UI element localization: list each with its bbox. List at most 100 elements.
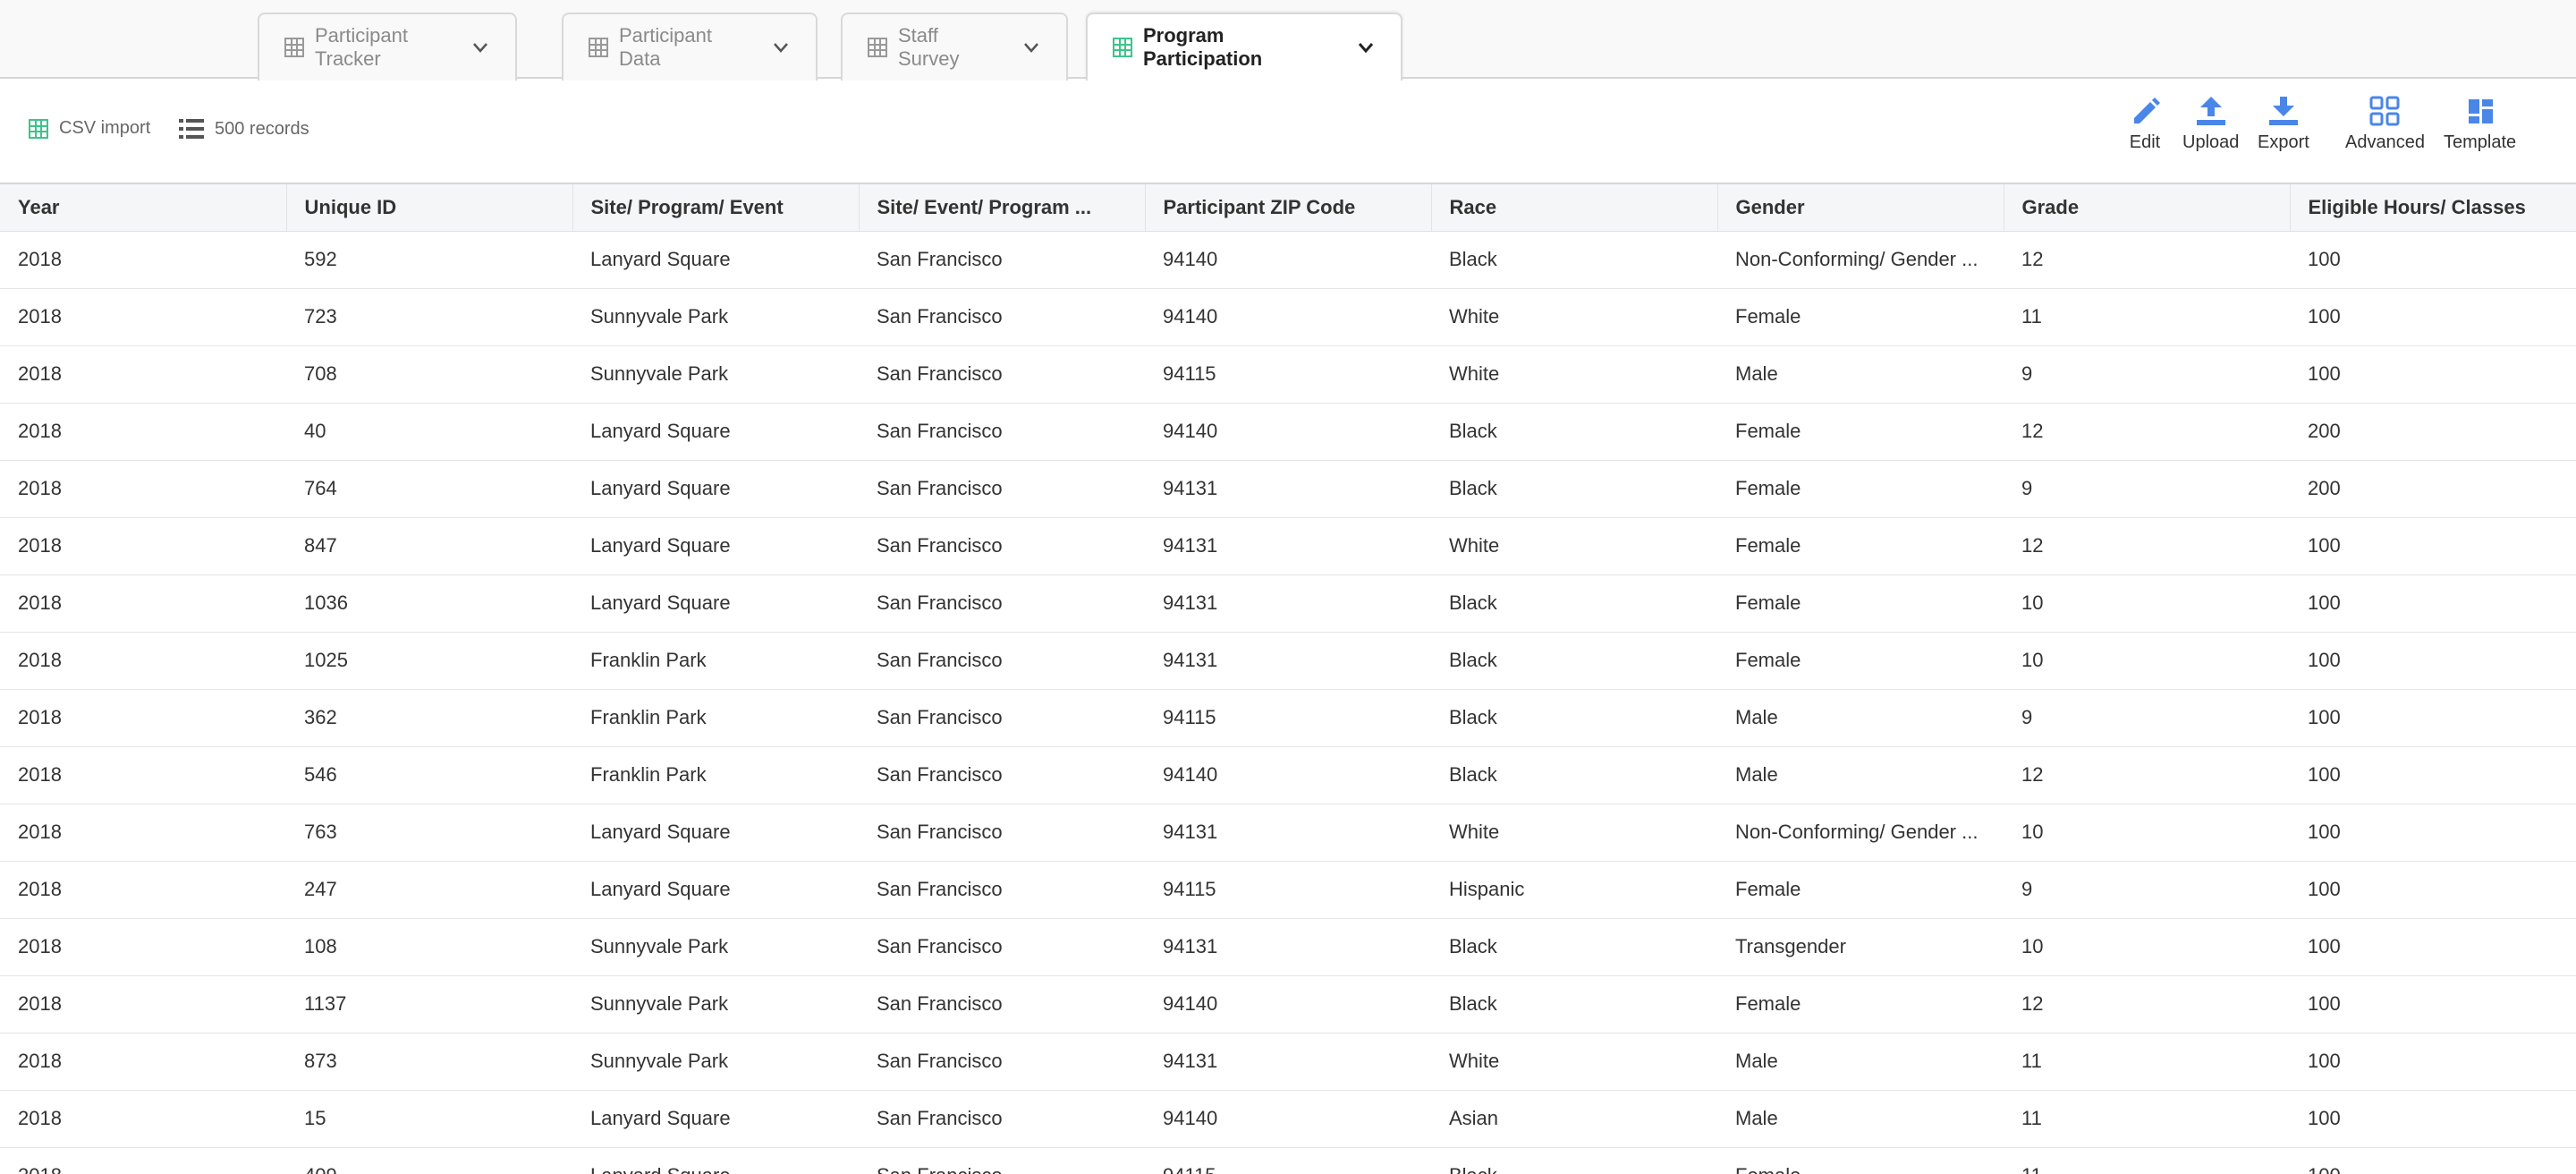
table-cell[interactable]: Franklin Park (572, 632, 859, 689)
chevron-down-icon[interactable] (1356, 38, 1376, 57)
table-cell[interactable]: 1036 (286, 574, 572, 632)
column-header[interactable]: Race (1431, 184, 1718, 232)
table-cell[interactable]: San Francisco (859, 689, 1145, 746)
table-cell[interactable]: Lanyard Square (572, 460, 859, 517)
table-cell[interactable]: Lanyard Square (572, 1147, 859, 1174)
table-row[interactable]: 2018 592 Lanyard Square San Francisco 94140 B… (0, 231, 2576, 288)
table-row[interactable]: 2018 15 Lanyard Square San Francisco 94140 As… (0, 1090, 2576, 1147)
table-cell[interactable]: 94131 (1145, 804, 1431, 861)
table-cell[interactable]: Black (1431, 231, 1717, 288)
table-cell[interactable]: 2018 (0, 345, 286, 403)
table-row[interactable]: 2018409Lanyard SquareSan Francisco94115B… (0, 1147, 2576, 1174)
table-cell[interactable]: San Francisco (859, 574, 1145, 632)
table-cell[interactable]: 94140 (1145, 403, 1431, 460)
table-cell[interactable]: 10 (2004, 632, 2290, 689)
table-cell[interactable]: 100 (2290, 1033, 2576, 1090)
table-cell[interactable]: Black (1431, 746, 1717, 804)
table-cell[interactable]: Female (1717, 975, 2004, 1033)
table-cell[interactable]: Transgender (1717, 918, 2004, 975)
table-cell[interactable]: 2018 (0, 403, 286, 460)
table-cell[interactable]: Male (1717, 1090, 2004, 1147)
table-cell[interactable]: Black (1431, 1147, 1717, 1174)
table-cell[interactable]: Black (1431, 975, 1717, 1033)
table-cell[interactable]: 723 (286, 288, 572, 345)
table-cell[interactable]: 100 (2290, 288, 2576, 345)
table-cell[interactable]: 2018 (0, 975, 286, 1033)
table-cell[interactable]: Female (1717, 517, 2004, 574)
table-cell[interactable]: 10 (2004, 804, 2290, 861)
table-cell[interactable]: Male (1717, 746, 2004, 804)
table-cell[interactable]: 2018 (0, 1090, 286, 1147)
table-cell[interactable]: Black (1431, 689, 1717, 746)
table-cell[interactable]: 94131 (1145, 517, 1431, 574)
table-cell[interactable]: Black (1431, 403, 1717, 460)
table-cell[interactable]: 94115 (1145, 861, 1431, 918)
table-cell[interactable]: 2018 (0, 574, 286, 632)
table-cell[interactable]: Female (1717, 460, 2004, 517)
table-cell[interactable]: 546 (286, 746, 572, 804)
table-cell[interactable]: Black (1431, 460, 1717, 517)
table-cell[interactable]: 9 (2004, 460, 2290, 517)
table-cell[interactable]: 100 (2290, 574, 2576, 632)
table-cell[interactable]: 12 (2004, 975, 2290, 1033)
table-cell[interactable]: Black (1431, 632, 1717, 689)
table-cell[interactable]: 200 (2290, 403, 2576, 460)
table-cell[interactable]: White (1431, 288, 1717, 345)
column-header[interactable]: Eligible Hours/ Classes (2290, 184, 2576, 232)
tab-participant-tracker[interactable]: Participant Tracker (258, 13, 517, 81)
table-cell[interactable]: Lanyard Square (572, 517, 859, 574)
table-cell[interactable]: San Francisco (859, 918, 1145, 975)
table-cell[interactable]: 2018 (0, 746, 286, 804)
edit-button[interactable]: Edit (2127, 93, 2163, 153)
template-button[interactable]: Template (2444, 93, 2516, 153)
table-cell[interactable]: Female (1717, 403, 2004, 460)
table-cell[interactable]: 94131 (1145, 460, 1431, 517)
chevron-down-icon[interactable] (1021, 38, 1041, 57)
table-cell[interactable]: 100 (2290, 804, 2576, 861)
table-cell[interactable]: 9 (2004, 345, 2290, 403)
table-cell[interactable]: Black (1431, 918, 1717, 975)
table-cell[interactable]: 100 (2290, 746, 2576, 804)
table-cell[interactable]: 2018 (0, 689, 286, 746)
table-cell[interactable]: 12 (2004, 231, 2290, 288)
upload-button[interactable]: Upload (2182, 93, 2239, 153)
column-header[interactable]: Site/ Event/ Program ... (859, 184, 1146, 232)
table-cell[interactable]: 847 (286, 517, 572, 574)
table-cell[interactable]: 10 (2004, 918, 2290, 975)
table-cell[interactable]: 2018 (0, 460, 286, 517)
table-cell[interactable]: 40 (286, 403, 572, 460)
table-cell[interactable]: Lanyard Square (572, 574, 859, 632)
table-cell[interactable]: Sunnyvale Park (572, 975, 859, 1033)
table-cell[interactable]: 11 (2004, 1033, 2290, 1090)
table-row[interactable]: 2018 873 Sunnyvale Park San Francisco 94131 W… (0, 1033, 2576, 1090)
table-cell[interactable]: 11 (2004, 1147, 2290, 1174)
table-cell[interactable]: 763 (286, 804, 572, 861)
table-cell[interactable]: Sunnyvale Park (572, 288, 859, 345)
table-cell[interactable]: 247 (286, 861, 572, 918)
table-cell[interactable]: 94140 (1145, 746, 1431, 804)
table-cell[interactable]: White (1431, 517, 1717, 574)
table-cell[interactable]: San Francisco (859, 288, 1145, 345)
table-cell[interactable]: San Francisco (859, 746, 1145, 804)
table-row[interactable]: 2018 247 Lanyard Square San Francisco 94115 H… (0, 861, 2576, 918)
column-header[interactable]: Site/ Program/ Event (572, 184, 860, 232)
table-cell[interactable]: Female (1717, 1147, 2004, 1174)
table-cell[interactable]: 94115 (1145, 1147, 1431, 1174)
table-cell[interactable]: 100 (2290, 632, 2576, 689)
table-cell[interactable]: San Francisco (859, 861, 1145, 918)
table-cell[interactable]: 15 (286, 1090, 572, 1147)
table-cell[interactable]: 94140 (1145, 231, 1431, 288)
table-cell[interactable]: Black (1431, 574, 1717, 632)
column-header[interactable]: Unique ID (286, 184, 573, 232)
table-cell[interactable]: Lanyard Square (572, 804, 859, 861)
data-table-container[interactable]: Year Unique ID Site/ Program/ Event Site/ E… (0, 183, 2576, 1174)
table-cell[interactable]: 2018 (0, 288, 286, 345)
table-cell[interactable]: 100 (2290, 1147, 2576, 1174)
table-cell[interactable]: 9 (2004, 689, 2290, 746)
table-cell[interactable]: 2018 (0, 1147, 286, 1174)
table-cell[interactable]: Sunnyvale Park (572, 918, 859, 975)
table-cell[interactable]: San Francisco (859, 975, 1145, 1033)
table-cell[interactable]: Non-Conforming/ Gender ... (1717, 804, 2004, 861)
table-cell[interactable]: Lanyard Square (572, 1090, 859, 1147)
table-cell[interactable]: San Francisco (859, 231, 1145, 288)
